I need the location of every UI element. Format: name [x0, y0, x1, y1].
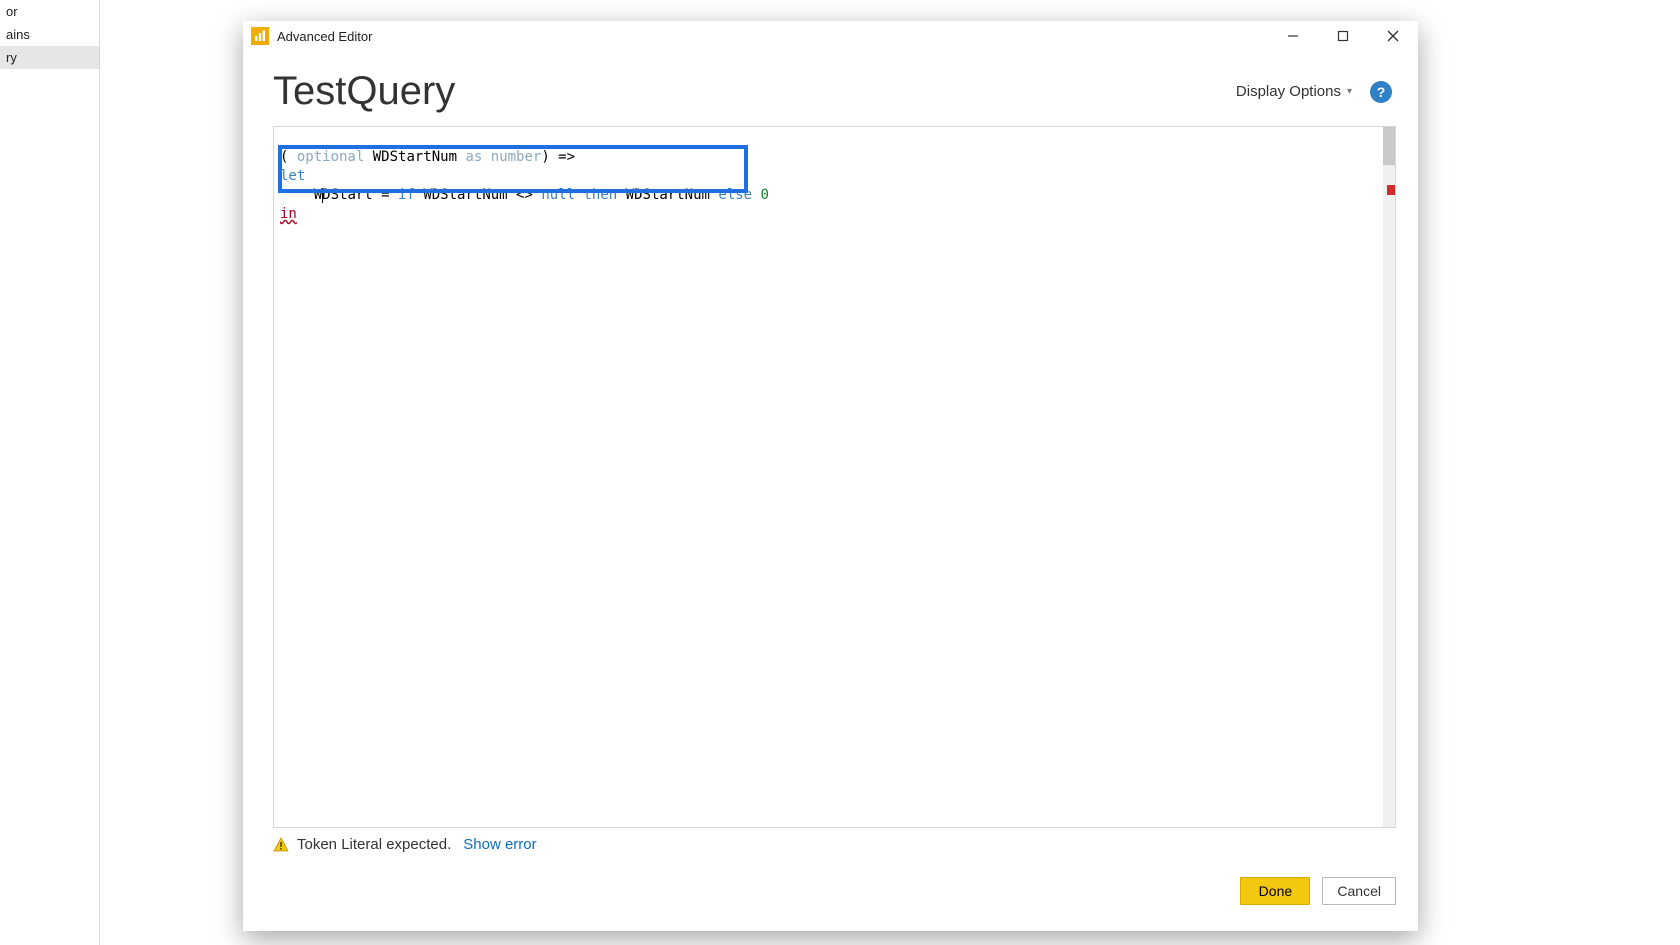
queries-panel: or ains ry — [0, 0, 100, 945]
code-area[interactable]: ( optional WDStartNum as number) => let … — [280, 129, 1381, 827]
query-name: TestQuery — [273, 69, 1236, 114]
scrollbar-thumb[interactable] — [1383, 127, 1395, 165]
minimize-button[interactable] — [1268, 21, 1318, 51]
bg-item[interactable]: ry — [0, 46, 99, 69]
window-title: Advanced Editor — [277, 29, 1268, 44]
done-button[interactable]: Done — [1240, 877, 1310, 905]
code-line-3[interactable]: WDStart = if WDStartNum <> null then WDS… — [280, 187, 769, 203]
advanced-editor-dialog: Advanced Editor TestQuery Display Option… — [243, 21, 1418, 931]
display-options-label: Display Options — [1236, 83, 1341, 100]
code-line-4[interactable]: in — [280, 206, 297, 222]
warning-icon — [273, 837, 289, 853]
cancel-button[interactable]: Cancel — [1322, 877, 1396, 905]
code-editor[interactable]: ( optional WDStartNum as number) => let … — [273, 126, 1396, 828]
code-line-2[interactable]: let — [280, 168, 305, 184]
syntax-error-text: Token Literal expected. — [297, 836, 451, 853]
display-options-dropdown[interactable]: Display Options ▾ — [1236, 83, 1352, 100]
code-line-1[interactable]: ( optional WDStartNum as number) => — [280, 149, 575, 165]
powerbi-icon — [251, 27, 269, 45]
vertical-scrollbar[interactable] — [1383, 127, 1395, 827]
window-controls — [1268, 21, 1418, 51]
maximize-button[interactable] — [1318, 21, 1368, 51]
show-error-link[interactable]: Show error — [463, 836, 536, 853]
syntax-status: Token Literal expected. Show error — [273, 836, 1396, 853]
bg-item[interactable]: ains — [0, 23, 99, 46]
header-row: TestQuery Display Options ▾ ? — [243, 51, 1418, 122]
bg-item[interactable]: or — [0, 0, 99, 23]
close-button[interactable] — [1368, 21, 1418, 51]
help-button[interactable]: ? — [1370, 81, 1392, 103]
title-bar: Advanced Editor — [243, 21, 1418, 51]
chevron-down-icon: ▾ — [1347, 86, 1352, 97]
dialog-footer: Done Cancel — [243, 853, 1418, 931]
